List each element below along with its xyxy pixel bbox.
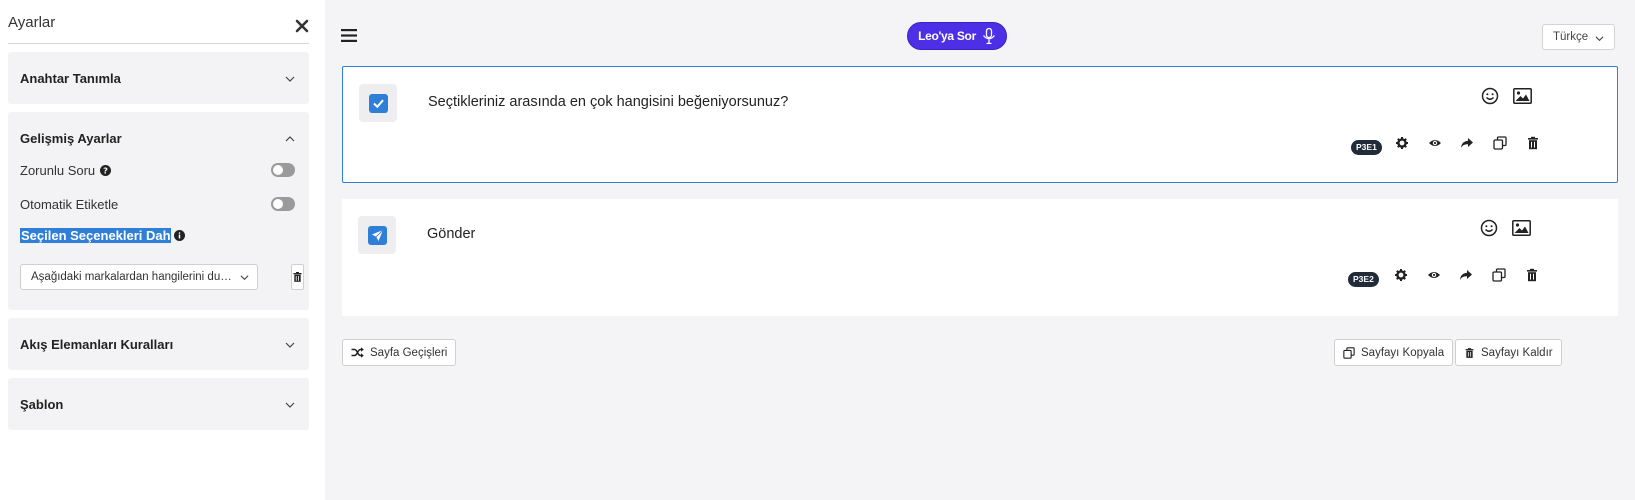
remove-page-button[interactable]: Sayfayı Kaldır [1455,339,1562,366]
image-icon[interactable] [1513,87,1532,105]
microphone-icon [982,28,995,44]
gear-icon[interactable] [1395,136,1409,150]
question-card[interactable]: Seçtikleriniz arasında en çok hangisini … [342,66,1618,183]
panel-title: Anahtar Tanımla [20,70,121,86]
sidebar-header: Ayarlar [8,14,309,44]
required-question-toggle[interactable] [271,163,295,177]
image-icon[interactable] [1512,219,1531,237]
page-transitions-button[interactable]: Sayfa Geçişleri [342,339,457,366]
trash-icon [1465,347,1474,358]
send-icon [367,225,387,245]
language-value: Türkçe [1553,31,1589,43]
copy-icon [1343,346,1355,359]
question-card[interactable]: Gönder P3E2 [342,199,1618,316]
chevron-down-icon [1595,36,1604,42]
auto-tag-label: Otomatik Etiketle [20,196,119,212]
settings-sidebar: Ayarlar Anahtar Tanımla Gelişmiş Ayarlar… [0,0,325,500]
question-type-icon-box [359,84,397,122]
include-selected-row: Seçilen Seçenekleri Dahil Et [20,226,297,244]
main-area: Leo'ya Sor Türkçe Seçtikleriniz arasında… [325,0,1635,500]
trash-icon [293,272,302,282]
chevron-down-icon [285,402,295,408]
include-options-select[interactable]: Aşağıdaki markalardan hangilerini duydun… [20,264,258,290]
copy-page-label: Sayfayı Kopyala [1361,346,1445,359]
question-circle-icon[interactable]: ? [100,164,112,176]
chevron-down-icon [285,342,295,348]
panel-akis-elemanlari-kurallari[interactable]: Akış Elemanları Kuralları [8,318,309,370]
panel-sablon[interactable]: Şablon [8,378,309,430]
ask-leo-button[interactable]: Leo'ya Sor [907,22,1007,50]
panel-anahtar-tanimla[interactable]: Anahtar Tanımla [8,52,309,104]
panel-title: Akış Elemanları Kuralları [20,336,174,352]
close-icon[interactable] [295,19,309,33]
question-text[interactable]: Gönder [427,226,475,242]
page-transitions-label: Sayfa Geçişleri [370,346,448,359]
svg-text:?: ? [103,165,108,175]
copy-icon[interactable] [1493,136,1507,150]
copy-page-button[interactable]: Sayfayı Kopyala [1334,339,1454,366]
question-code-badge: P3E2 [1348,272,1379,287]
ask-leo-label: Leo'ya Sor [918,29,976,43]
remove-page-label: Sayfayı Kaldır [1481,346,1553,359]
auto-tag-row: Otomatik Etiketle [20,196,297,212]
question-text[interactable]: Seçtikleriniz arasında en çok hangisini … [428,94,788,110]
include-selected-label: Seçilen Seçenekleri Dahil Et [20,227,171,243]
emoji-icon[interactable] [1481,87,1499,105]
required-question-label: Zorunlu Soru [20,162,96,178]
info-circle-icon[interactable] [174,229,185,241]
shuffle-icon [351,347,364,358]
question-code-badge: P3E1 [1351,140,1382,155]
chevron-down-icon [240,275,249,281]
panel-title: Gelişmiş Ayarlar [20,130,122,146]
eye-icon[interactable] [1427,268,1441,282]
panel-title: Şablon [20,396,64,412]
emoji-icon[interactable] [1480,219,1498,237]
trash-icon[interactable] [1525,268,1539,282]
share-arrow-icon[interactable] [1460,136,1474,150]
required-question-row: Zorunlu Soru ? [20,162,297,178]
question-type-icon-box [358,216,396,254]
eye-icon[interactable] [1428,136,1442,150]
sidebar-title: Ayarlar [8,14,56,31]
checkbox-icon [368,93,388,113]
chevron-up-icon [285,136,295,142]
trash-icon[interactable] [1526,136,1540,150]
panel-gelismis-ayarlar: Gelişmiş Ayarlar Zorunlu Soru ? Otomatik… [8,112,309,310]
language-select[interactable]: Türkçe [1542,24,1615,50]
include-options-value: Aşağıdaki markalardan hangilerini duydun… [31,271,258,283]
copy-icon[interactable] [1492,268,1506,282]
share-arrow-icon[interactable] [1459,268,1473,282]
chevron-down-icon [285,76,295,82]
panel-header[interactable]: Gelişmiş Ayarlar [8,112,309,164]
delete-include-button[interactable] [291,264,304,290]
auto-tag-toggle[interactable] [271,197,295,211]
gear-icon[interactable] [1394,268,1408,282]
hamburger-menu-icon[interactable] [341,29,357,42]
